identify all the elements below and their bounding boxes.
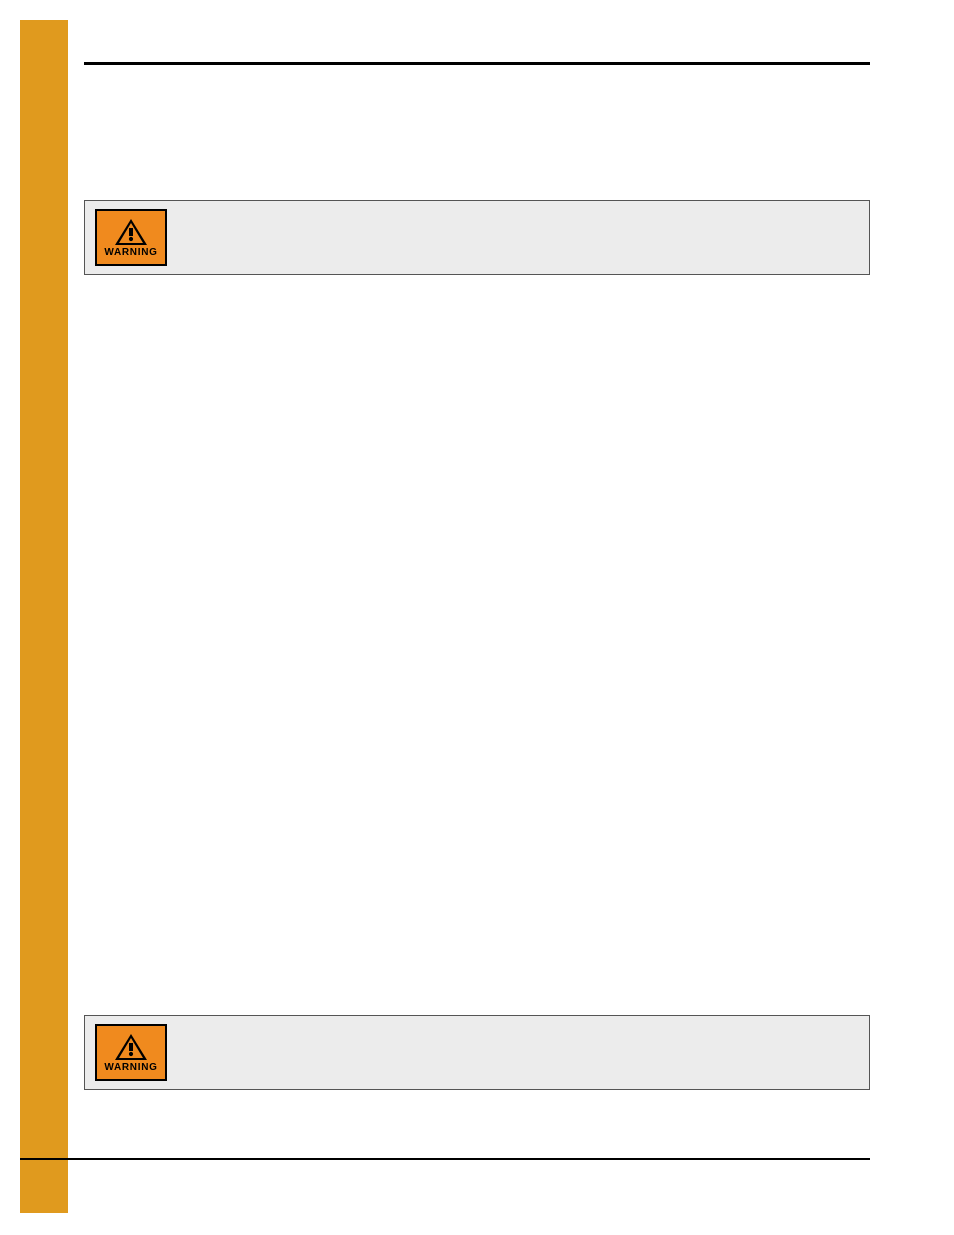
- warning-label: WARNING: [104, 247, 157, 258]
- top-rule: [84, 62, 870, 65]
- warning-icon: WARNING: [95, 209, 167, 266]
- warning-box: WARNING: [84, 1015, 870, 1090]
- warning-label: WARNING: [104, 1062, 157, 1073]
- page-content: WARNING WARNING: [68, 20, 870, 1185]
- bottom-rule: [20, 1158, 870, 1160]
- bottom-rule-wrap: [20, 1158, 870, 1160]
- side-stripe: [20, 20, 68, 1213]
- warning-box: WARNING: [84, 200, 870, 275]
- warning-icon: WARNING: [95, 1024, 167, 1081]
